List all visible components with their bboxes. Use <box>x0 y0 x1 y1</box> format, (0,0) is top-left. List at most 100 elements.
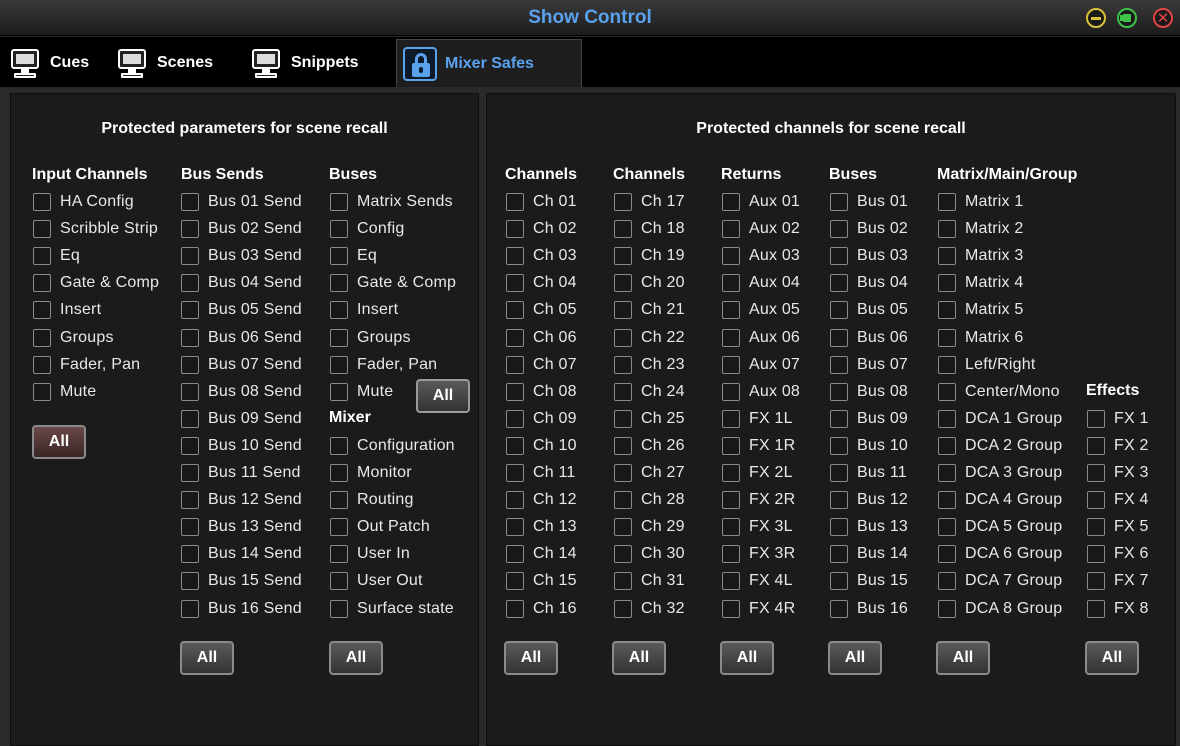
checkbox[interactable] <box>938 600 956 618</box>
channels-1-16-option[interactable]: Ch 01 <box>506 191 577 213</box>
checkbox[interactable] <box>330 247 348 265</box>
bus-sends-option[interactable]: Bus 15 Send <box>181 570 302 592</box>
checkbox[interactable] <box>722 518 740 536</box>
channels-17-32-option[interactable]: Ch 31 <box>614 570 685 592</box>
bus-sends-option[interactable]: Bus 10 Send <box>181 435 302 457</box>
matrix-main-group-option[interactable]: Matrix 5 <box>938 299 1024 321</box>
bus-sends-option[interactable]: Bus 03 Send <box>181 245 302 267</box>
checkbox[interactable] <box>830 410 848 428</box>
channels-17-32-all-button[interactable]: All <box>612 641 666 675</box>
channels-1-16-option[interactable]: Ch 04 <box>506 272 577 294</box>
bus-sends-option[interactable]: Bus 09 Send <box>181 408 302 430</box>
returns-option[interactable]: FX 4R <box>722 598 795 620</box>
tab-snippets[interactable]: Snippets <box>249 39 389 87</box>
input-channels-all-button[interactable]: All <box>32 425 86 459</box>
checkbox[interactable] <box>614 247 632 265</box>
checkbox[interactable] <box>506 383 524 401</box>
buses-params-option[interactable]: Gate & Comp <box>330 272 456 294</box>
checkbox[interactable] <box>181 220 199 238</box>
checkbox[interactable] <box>181 437 199 455</box>
bus-sends-option[interactable]: Bus 12 Send <box>181 489 302 511</box>
checkbox[interactable] <box>614 356 632 374</box>
input-channels-option[interactable]: Gate & Comp <box>33 272 159 294</box>
checkbox[interactable] <box>330 356 348 374</box>
channels-17-32-option[interactable]: Ch 19 <box>614 245 685 267</box>
bus-sends-option[interactable]: Bus 08 Send <box>181 381 302 403</box>
checkbox[interactable] <box>722 464 740 482</box>
input-channels-option[interactable]: HA Config <box>33 191 134 213</box>
bus-sends-option[interactable]: Bus 04 Send <box>181 272 302 294</box>
matrix-main-group-option[interactable]: Matrix 2 <box>938 218 1024 240</box>
checkbox[interactable] <box>830 274 848 292</box>
buses-option[interactable]: Bus 04 <box>830 272 908 294</box>
checkbox[interactable] <box>506 437 524 455</box>
mixer-option[interactable]: User In <box>330 543 410 565</box>
matrix-main-group-option[interactable]: DCA 1 Group <box>938 408 1062 430</box>
buses-params-option[interactable]: Groups <box>330 327 411 349</box>
checkbox[interactable] <box>506 491 524 509</box>
checkbox[interactable] <box>614 491 632 509</box>
checkbox[interactable] <box>830 383 848 401</box>
checkbox[interactable] <box>614 383 632 401</box>
buses-option[interactable]: Bus 06 <box>830 327 908 349</box>
buses-params-option[interactable]: Config <box>330 218 404 240</box>
channels-17-32-option[interactable]: Ch 22 <box>614 327 685 349</box>
checkbox[interactable] <box>33 220 51 238</box>
checkbox[interactable] <box>614 600 632 618</box>
checkbox[interactable] <box>1087 545 1105 563</box>
input-channels-option[interactable]: Fader, Pan <box>33 354 140 376</box>
checkbox[interactable] <box>830 329 848 347</box>
checkbox[interactable] <box>181 518 199 536</box>
checkbox[interactable] <box>614 545 632 563</box>
checkbox[interactable] <box>614 518 632 536</box>
returns-option[interactable]: Aux 01 <box>722 191 800 213</box>
checkbox[interactable] <box>722 220 740 238</box>
minimize-icon[interactable] <box>1086 8 1106 28</box>
bus-sends-option[interactable]: Bus 01 Send <box>181 191 302 213</box>
checkbox[interactable] <box>1087 410 1105 428</box>
checkbox[interactable] <box>506 464 524 482</box>
checkbox[interactable] <box>722 600 740 618</box>
bus-sends-all-button[interactable]: All <box>180 641 234 675</box>
channels-1-16-option[interactable]: Ch 03 <box>506 245 577 267</box>
checkbox[interactable] <box>830 301 848 319</box>
checkbox[interactable] <box>181 329 199 347</box>
input-channels-option[interactable]: Groups <box>33 327 114 349</box>
checkbox[interactable] <box>1087 572 1105 590</box>
channels-1-16-option[interactable]: Ch 08 <box>506 381 577 403</box>
channels-1-16-option[interactable]: Ch 12 <box>506 489 577 511</box>
checkbox[interactable] <box>33 356 51 374</box>
checkbox[interactable] <box>830 545 848 563</box>
checkbox[interactable] <box>506 329 524 347</box>
checkbox[interactable] <box>181 491 199 509</box>
checkbox[interactable] <box>181 247 199 265</box>
tab-mixer-safes[interactable]: Mixer Safes <box>396 39 582 87</box>
checkbox[interactable] <box>938 410 956 428</box>
checkbox[interactable] <box>938 329 956 347</box>
returns-option[interactable]: FX 1L <box>722 408 793 430</box>
checkbox[interactable] <box>614 220 632 238</box>
checkbox[interactable] <box>614 437 632 455</box>
checkbox[interactable] <box>181 464 199 482</box>
checkbox[interactable] <box>330 193 348 211</box>
matrix-main-group-option[interactable]: Center/Mono <box>938 381 1060 403</box>
buses-params-option[interactable]: Insert <box>330 299 398 321</box>
checkbox[interactable] <box>938 356 956 374</box>
checkbox[interactable] <box>506 356 524 374</box>
checkbox[interactable] <box>33 383 51 401</box>
checkbox[interactable] <box>181 383 199 401</box>
checkbox[interactable] <box>830 193 848 211</box>
channels-1-16-option[interactable]: Ch 15 <box>506 570 577 592</box>
bus-sends-option[interactable]: Bus 16 Send <box>181 598 302 620</box>
buses-option[interactable]: Bus 05 <box>830 299 908 321</box>
checkbox[interactable] <box>830 437 848 455</box>
matrix-main-group-option[interactable]: Matrix 3 <box>938 245 1024 267</box>
checkbox[interactable] <box>722 437 740 455</box>
buses-option[interactable]: Bus 10 <box>830 435 908 457</box>
channels-17-32-option[interactable]: Ch 30 <box>614 543 685 565</box>
checkbox[interactable] <box>33 274 51 292</box>
checkbox[interactable] <box>181 572 199 590</box>
checkbox[interactable] <box>830 220 848 238</box>
matrix-main-group-option[interactable]: DCA 7 Group <box>938 570 1062 592</box>
buses-params-option[interactable]: Matrix Sends <box>330 191 453 213</box>
